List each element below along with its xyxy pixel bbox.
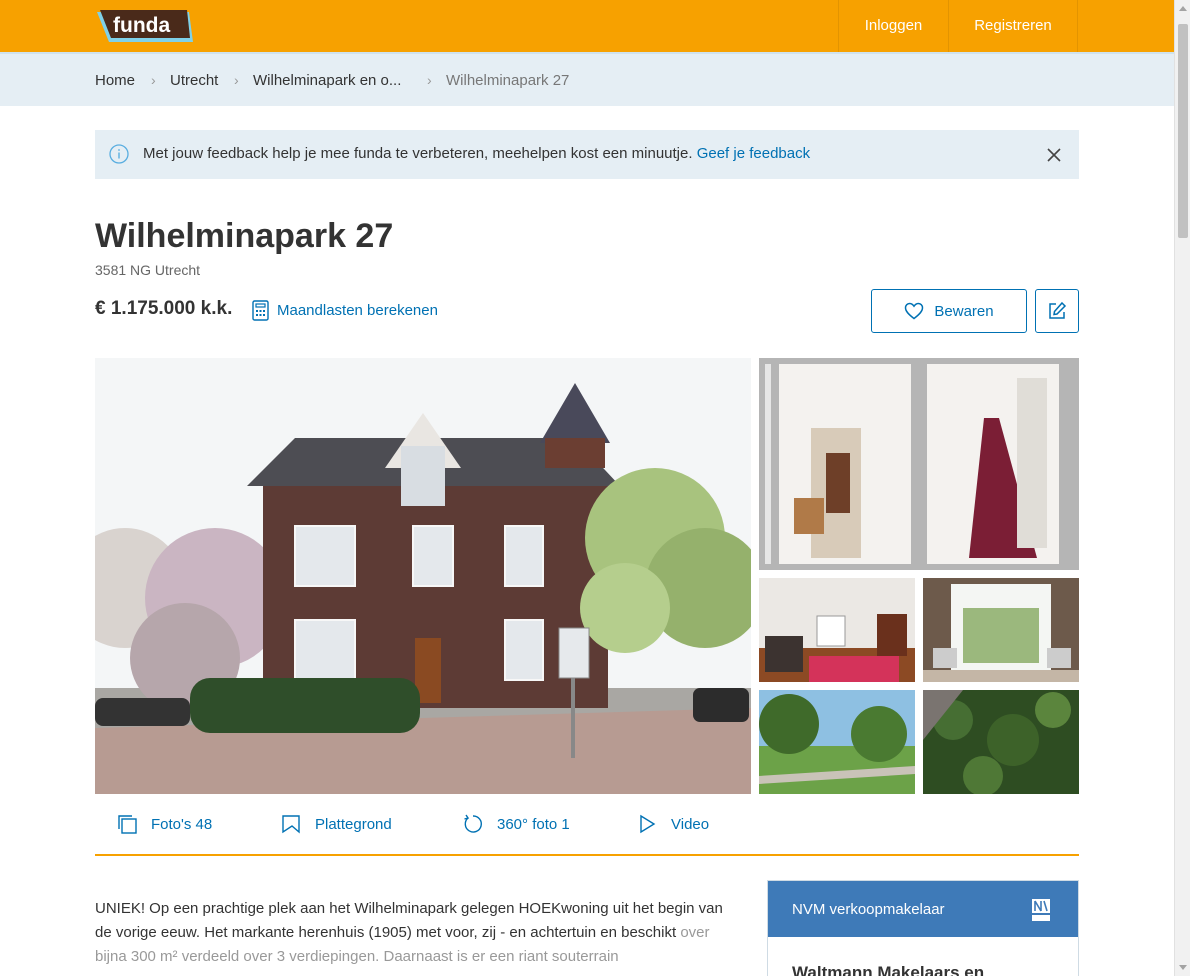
logo-text: funda: [113, 14, 170, 37]
calculator-label: Maandlasten berekenen: [277, 301, 438, 319]
feedback-banner: Met jouw feedback help je mee funda te v…: [95, 130, 1079, 179]
broker-name[interactable]: Waltmann Makelaars en: [768, 937, 1078, 976]
photos-label: Foto's 48: [151, 815, 213, 833]
photo360-link[interactable]: 360° foto 1: [463, 813, 570, 835]
chevron-right-icon: ›: [234, 72, 239, 88]
window-view-photo[interactable]: [923, 578, 1079, 682]
chevron-right-icon: ›: [151, 72, 156, 88]
broker-header: NVM verkoopmakelaar: [768, 881, 1078, 937]
broker-heading: NVM verkoopmakelaar: [792, 901, 945, 918]
calculator-icon: [252, 299, 269, 321]
photos-icon: [118, 815, 137, 834]
photos-link[interactable]: Foto's 48: [117, 813, 212, 835]
save-button[interactable]: Bewaren: [871, 289, 1027, 333]
info-icon: [109, 144, 129, 164]
register-link[interactable]: Registreren: [948, 0, 1078, 52]
scroll-down-icon[interactable]: [1179, 965, 1187, 970]
broker-card: NVM verkoopmakelaar Waltmann Makelaars e…: [767, 880, 1079, 976]
scrollbar-thumb[interactable]: [1178, 24, 1188, 238]
listing-description: UNIEK! Op een prachtige plek aan het Wil…: [95, 897, 740, 969]
living-room-photo[interactable]: [759, 578, 915, 682]
floorplan-icon: [282, 815, 300, 834]
chevron-right-icon: ›: [427, 72, 432, 88]
close-icon[interactable]: [1045, 146, 1063, 164]
video-label: Video: [671, 815, 710, 833]
photo360-label: 360° foto 1: [497, 815, 570, 833]
description-text: UNIEK! Op een prachtige plek aan het Wil…: [95, 900, 723, 941]
rotate-360-icon: [464, 814, 482, 833]
listing-address: 3581 NG Utrecht: [95, 262, 201, 278]
feedback-link[interactable]: Geef je feedback: [697, 145, 810, 162]
scrollbar[interactable]: [1174, 0, 1190, 976]
video-link[interactable]: Video: [637, 813, 709, 835]
media-divider: [95, 854, 1079, 856]
breadcrumb-home[interactable]: Home: [95, 72, 135, 89]
edit-note-button[interactable]: [1035, 289, 1079, 333]
listing-price: € 1.175.000 k.k.: [95, 298, 233, 319]
heart-icon: [905, 302, 924, 320]
aerial-photo[interactable]: [923, 690, 1079, 794]
breadcrumb-neighbourhood[interactable]: Wilhelminapark en o...: [253, 72, 401, 89]
interior-hallway-photos[interactable]: [759, 358, 1079, 570]
play-icon: [640, 814, 656, 834]
save-label: Bewaren: [934, 302, 994, 320]
floorplan-link[interactable]: Plattegrond: [281, 813, 392, 835]
feedback-text: Met jouw feedback help je mee funda te v…: [143, 145, 810, 162]
page-title: Wilhelminapark 27: [95, 217, 394, 255]
breadcrumb-city[interactable]: Utrecht: [170, 72, 218, 89]
breadcrumb-current: Wilhelminapark 27: [446, 72, 570, 89]
site-header: funda Inloggen Registreren: [0, 0, 1174, 52]
funda-logo[interactable]: funda: [95, 8, 195, 44]
scroll-up-icon[interactable]: [1179, 6, 1187, 11]
park-photo[interactable]: [759, 690, 915, 794]
main-house-photo[interactable]: [95, 358, 751, 794]
floorplan-label: Plattegrond: [315, 815, 392, 833]
login-link[interactable]: Inloggen: [838, 0, 948, 52]
nvm-logo-icon: [1032, 899, 1050, 921]
mortgage-calculator-link[interactable]: Maandlasten berekenen: [252, 299, 438, 321]
breadcrumb: Home › Utrecht › Wilhelminapark en o... …: [0, 52, 1174, 106]
edit-icon: [1049, 301, 1067, 319]
feedback-message: Met jouw feedback help je mee funda te v…: [143, 145, 693, 162]
